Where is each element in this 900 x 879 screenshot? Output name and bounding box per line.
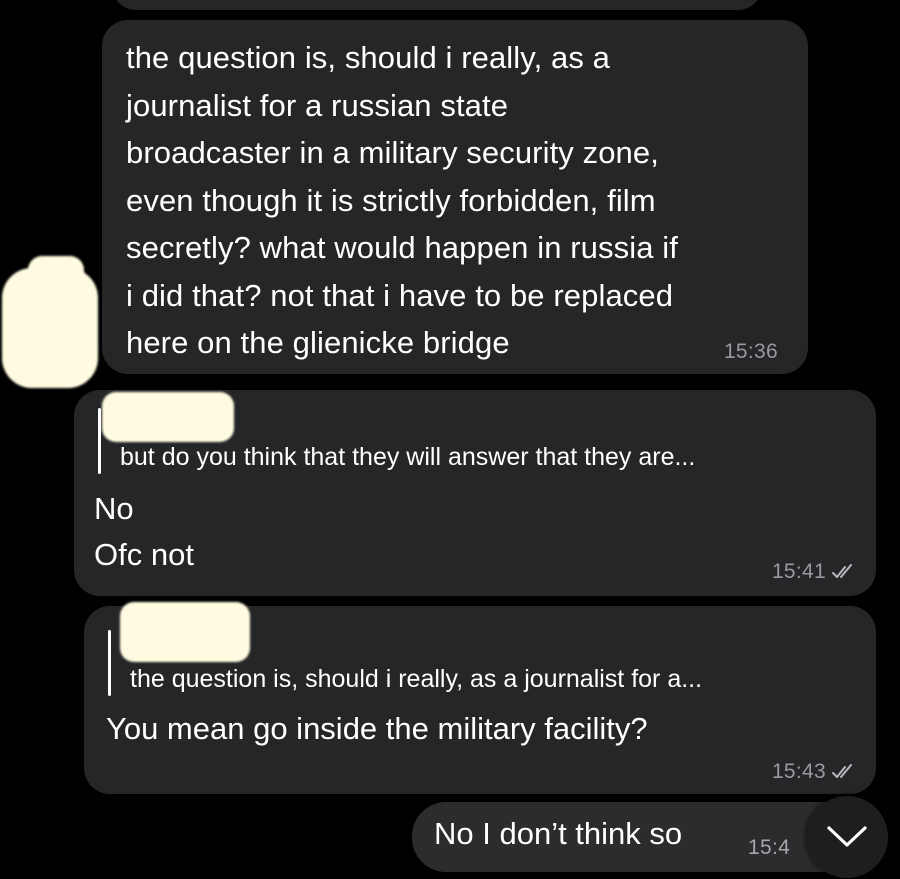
double-check-icon <box>832 764 852 778</box>
redaction-patch <box>28 256 84 286</box>
message-time: 15:36 <box>723 340 778 363</box>
message-text: You mean go inside the military facility… <box>106 711 648 746</box>
message-time: 15:4 <box>748 836 791 859</box>
reply-preview-text: but do you think that they will answer t… <box>120 443 696 471</box>
chevron-down-icon <box>827 826 867 847</box>
message-time: 15:43 <box>771 760 826 783</box>
message-time: 15:41 <box>771 560 826 583</box>
message-text: No Ofc not <box>94 491 194 572</box>
reply-bar <box>98 408 101 474</box>
redaction-patch <box>102 392 234 442</box>
reply-preview-text: the question is, should i really, as a j… <box>130 665 703 693</box>
redaction-patch <box>120 602 250 662</box>
redaction-patch <box>2 268 98 388</box>
previous-message-bubble[interactable] <box>112 0 762 10</box>
double-check-icon <box>832 564 852 578</box>
incoming-message-bubble[interactable]: the question is, should i really, as a j… <box>102 20 808 374</box>
reply-bar <box>108 630 111 696</box>
scroll-to-bottom-button[interactable] <box>806 796 888 878</box>
message-text: the question is, should i really, as a j… <box>126 40 678 360</box>
chat-view[interactable]: the question is, should i really, as a j… <box>0 0 900 879</box>
message-text: No I don’t think so <box>434 816 683 851</box>
